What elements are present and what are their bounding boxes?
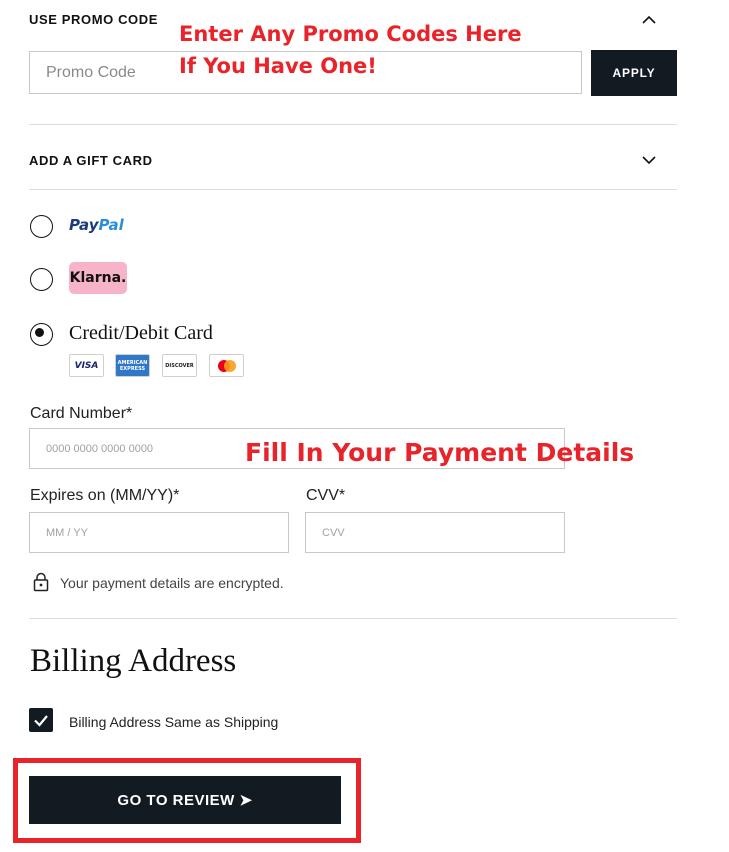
amex-line2: EXPRESS <box>119 365 146 372</box>
billing-same-checkbox[interactable] <box>29 708 53 732</box>
paypal-logo[interactable]: PayPal <box>69 216 124 234</box>
paypal-radio[interactable] <box>30 215 53 238</box>
mastercard-circles-icon <box>217 359 236 372</box>
discover-card-icon: DISCOVER <box>162 354 197 377</box>
gift-card-section-title[interactable]: ADD A GIFT CARD <box>29 153 153 168</box>
chevron-down-icon[interactable] <box>638 149 660 171</box>
visa-card-icon: VISA <box>69 354 104 377</box>
divider <box>29 189 677 190</box>
divider <box>29 618 677 619</box>
expiry-input[interactable] <box>29 512 289 553</box>
promo-annotation-line2: If You Have One! <box>179 54 377 78</box>
expiry-label: Expires on (MM/YY)* <box>30 487 180 504</box>
encrypted-note: Your payment details are encrypted. <box>60 575 284 591</box>
card-number-label: Card Number* <box>30 405 133 422</box>
billing-same-label[interactable]: Billing Address Same as Shipping <box>69 714 278 730</box>
apply-button[interactable]: APPLY <box>591 50 677 96</box>
visa-text: VISA <box>74 360 99 371</box>
cvv-label: CVV* <box>306 487 346 504</box>
paypal-logo-pal: Pal <box>98 216 124 234</box>
promo-section-title[interactable]: USE PROMO CODE <box>29 12 158 27</box>
payment-annotation: Fill In Your Payment Details <box>245 438 635 467</box>
promo-annotation-line1: Enter Any Promo Codes Here <box>179 22 522 46</box>
klarna-radio[interactable] <box>30 268 53 291</box>
chevron-up-icon[interactable] <box>638 9 660 31</box>
lock-icon <box>33 572 49 592</box>
paypal-logo-pay: Pay <box>69 216 99 234</box>
credit-card-radio[interactable] <box>30 323 53 346</box>
discover-text: DISCOVER <box>165 362 194 369</box>
mastercard-icon <box>209 354 244 377</box>
cvv-input[interactable] <box>305 512 565 553</box>
credit-card-label[interactable]: Credit/Debit Card <box>69 322 213 345</box>
checkmark-icon <box>34 715 48 727</box>
amex-inner: AMERICAN EXPRESS <box>116 355 149 376</box>
divider <box>29 124 677 125</box>
amex-card-icon: AMERICAN EXPRESS <box>115 354 150 377</box>
billing-address-title: Billing Address <box>30 643 237 679</box>
klarna-logo[interactable]: Klarna. <box>69 262 127 294</box>
go-to-review-button[interactable]: GO TO REVIEW ➤ <box>29 776 341 824</box>
